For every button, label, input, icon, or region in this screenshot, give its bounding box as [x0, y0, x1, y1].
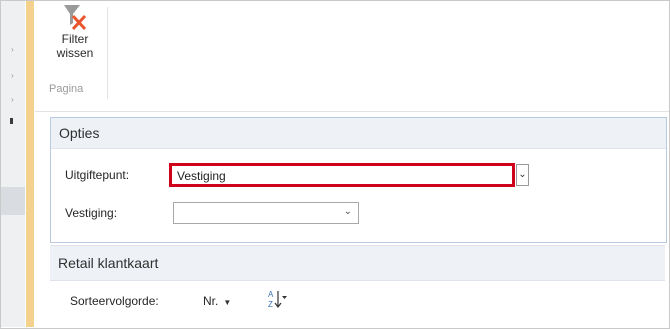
- sort-order-value: Nr.: [203, 294, 219, 308]
- vestiging-label: Vestiging:: [65, 206, 118, 220]
- clear-filter-label: Filter wissen: [56, 32, 94, 60]
- nav-marker: ›: [11, 71, 14, 80]
- uitgiftepunt-dropdown-button[interactable]: ⌄: [516, 164, 529, 186]
- left-navigation-strip: › › ›: [1, 1, 25, 327]
- options-panel-title: Opties: [59, 125, 100, 141]
- ribbon-group-separator: [107, 7, 108, 99]
- nav-selection-band: [1, 187, 25, 215]
- retail-klantkaart-title: Retail klantkaart: [58, 255, 159, 271]
- retail-klantkaart-header[interactable]: Retail klantkaart: [50, 245, 665, 281]
- clear-filter-icon: [64, 5, 87, 31]
- options-panel-header[interactable]: Opties: [51, 118, 666, 149]
- nav-marker-active: [10, 118, 13, 124]
- chevron-down-icon: ⌄: [518, 169, 527, 180]
- uitgiftepunt-value: Vestiging: [177, 169, 226, 183]
- svg-text:Z: Z: [268, 300, 273, 309]
- sort-order-select[interactable]: Nr. ▼: [203, 294, 231, 308]
- chevron-down-icon: ⌄: [343, 206, 352, 217]
- svg-text:A: A: [268, 290, 274, 299]
- uitgiftepunt-label: Uitgiftepunt:: [65, 168, 130, 182]
- ribbon: Filter wissen Pagina: [35, 1, 669, 112]
- uitgiftepunt-field[interactable]: Vestiging: [169, 163, 515, 187]
- sort-ascending-icon: A Z: [268, 290, 287, 309]
- accent-bar: [26, 1, 34, 327]
- sort-direction-button[interactable]: A Z: [266, 287, 288, 311]
- caret-down-icon: ▼: [223, 298, 232, 307]
- options-panel: Opties Uitgiftepunt: Vestiging ⌄ Vestigi…: [50, 117, 667, 243]
- nav-marker: ›: [11, 45, 14, 54]
- ribbon-group-label: Pagina: [49, 83, 84, 95]
- vestiging-select[interactable]: ⌄: [173, 202, 359, 224]
- nav-marker: ›: [11, 95, 14, 104]
- sort-order-label: Sorteervolgorde:: [70, 294, 159, 308]
- clear-filter-button[interactable]: Filter wissen: [47, 1, 103, 79]
- page-content: Opties Uitgiftepunt: Vestiging ⌄ Vestigi…: [50, 117, 669, 327]
